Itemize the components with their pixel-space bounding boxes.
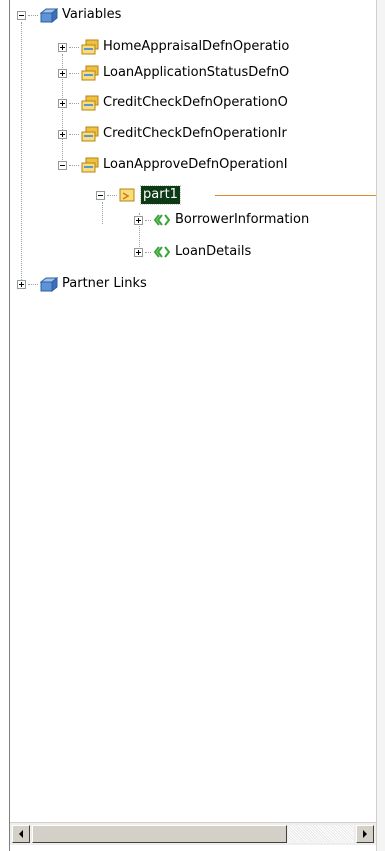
scroll-right-button[interactable]	[356, 825, 374, 843]
panel-divider[interactable]	[376, 0, 385, 851]
element-label: BorrowerInformation	[175, 212, 310, 227]
tree-connector	[69, 46, 79, 48]
tree-connector	[28, 14, 38, 16]
tree-node-variable[interactable]: HomeAppraisalDefnOperatio	[58, 37, 289, 57]
variable-icon	[81, 95, 99, 111]
collapse-icon[interactable]	[17, 10, 26, 20]
tree-connector	[69, 102, 79, 104]
variable-label: HomeAppraisalDefnOperatio	[103, 39, 290, 54]
tree-node-partner-links[interactable]: Partner Links	[17, 274, 147, 294]
partner-links-label: Partner Links	[62, 276, 147, 291]
tree-node-part[interactable]: part1	[96, 185, 181, 205]
tree-guide-line	[21, 22, 22, 284]
arrow-left-icon	[19, 830, 23, 838]
tree-connector	[69, 133, 79, 135]
message-part-icon	[119, 188, 135, 202]
panel-left-border	[9, 0, 10, 851]
tree-guide-line	[102, 202, 103, 224]
mapping-connector-line	[215, 195, 376, 196]
collapse-icon[interactable]	[96, 190, 105, 200]
variables-tree-panel: Variables HomeAppraisalDefnOperatio Loan…	[0, 0, 376, 851]
folder-variables-icon	[40, 7, 58, 23]
tree-node-variables[interactable]: Variables	[17, 5, 121, 25]
variable-label: CreditCheckDefnOperationIr	[103, 126, 287, 141]
expand-icon[interactable]	[134, 215, 143, 225]
variable-label: LoanApplicationStatusDefnO	[103, 65, 290, 80]
tree-connector	[69, 72, 79, 74]
tree-connector	[145, 251, 151, 253]
folder-partner-links-icon	[40, 276, 58, 292]
tree-node-element[interactable]: LoanDetails	[134, 242, 251, 262]
tree-node-element[interactable]: BorrowerInformation	[134, 210, 309, 230]
variable-icon	[81, 157, 99, 173]
element-label: LoanDetails	[175, 244, 252, 259]
variable-label: CreditCheckDefnOperationO	[103, 95, 288, 110]
variables-label: Variables	[62, 7, 122, 22]
arrow-right-icon	[363, 830, 367, 838]
tree-connector	[28, 283, 38, 285]
complex-type-icon	[153, 246, 171, 258]
scroll-left-button[interactable]	[12, 825, 30, 843]
collapse-icon[interactable]	[58, 160, 67, 170]
variable-icon	[81, 65, 99, 81]
tree-node-variable[interactable]: CreditCheckDefnOperationO	[58, 93, 288, 113]
expand-icon[interactable]	[134, 247, 143, 257]
expand-icon[interactable]	[58, 68, 67, 78]
expand-icon[interactable]	[17, 279, 26, 289]
scrollbar-thumb[interactable]	[32, 825, 287, 843]
tree-connector	[69, 164, 79, 166]
horizontal-scrollbar[interactable]	[10, 822, 376, 845]
expand-icon[interactable]	[58, 98, 67, 108]
tree-connector	[145, 219, 151, 221]
scrollbar-track[interactable]	[288, 825, 354, 843]
variable-icon	[81, 126, 99, 142]
expand-icon[interactable]	[58, 129, 67, 139]
variable-icon	[81, 39, 99, 55]
expand-icon[interactable]	[58, 42, 67, 52]
tree-node-variable-expanded[interactable]: LoanApproveDefnOperationI	[58, 155, 288, 175]
complex-type-icon	[153, 214, 171, 226]
variable-label: LoanApproveDefnOperationI	[103, 157, 288, 172]
tree-connector	[107, 194, 117, 196]
part-label-selected[interactable]: part1	[140, 185, 181, 205]
tree-node-variable[interactable]: LoanApplicationStatusDefnO	[58, 63, 289, 83]
tree-node-variable[interactable]: CreditCheckDefnOperationIr	[58, 124, 287, 144]
